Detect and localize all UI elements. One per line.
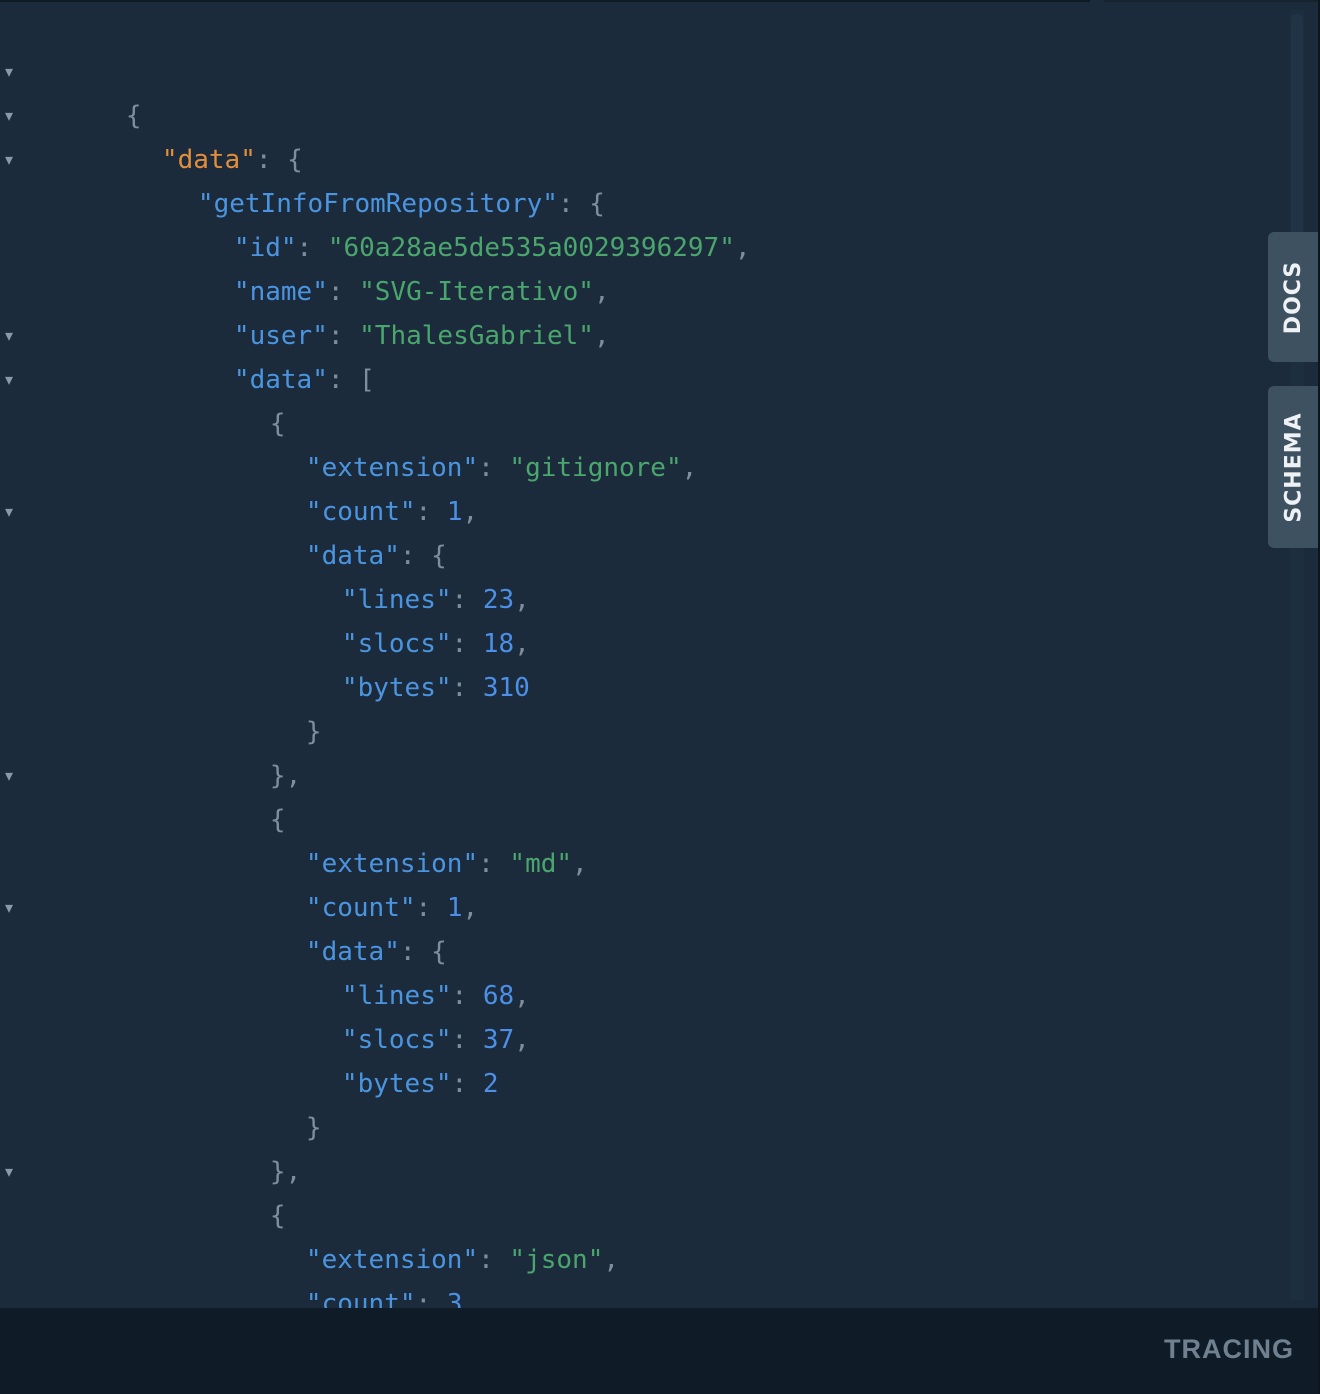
json-line: "extension": "json",	[212, 1194, 619, 1275]
result-scrollbar-thumb[interactable]	[1291, 14, 1303, 236]
json-line: "data": [	[140, 314, 375, 395]
fold-arrow-icon[interactable]: ▾	[5, 886, 21, 930]
json-line: "getInfoFromRepository": {	[104, 138, 605, 219]
tracing-button[interactable]: TRACING	[1164, 1334, 1294, 1365]
json-comma: ,	[285, 1157, 302, 1187]
json-line: "lines": 68,	[248, 930, 530, 1011]
json-comma: ,	[462, 497, 479, 527]
docs-tab[interactable]: DOCS	[1268, 232, 1320, 362]
json-comma: ,	[593, 321, 610, 351]
json-line: "count": 1,	[212, 446, 478, 527]
fold-arrow-icon[interactable]: ▾	[5, 754, 21, 798]
json-line: {	[176, 358, 286, 439]
json-line: "user": "ThalesGabriel",	[140, 270, 610, 351]
json-line: {	[176, 1150, 286, 1231]
json-line: {	[176, 754, 286, 835]
fold-arrow-icon[interactable]: ▾	[5, 138, 21, 182]
json-colon: :	[451, 1069, 483, 1099]
json-key: "bytes"	[341, 673, 452, 703]
json-number-value: 1	[446, 893, 463, 923]
schema-tab[interactable]: SCHEMA	[1268, 386, 1320, 548]
docs-tab-label: DOCS	[1281, 260, 1307, 334]
json-line: "bytes": 310	[248, 622, 530, 703]
fold-arrow-icon[interactable]: ▾	[5, 1150, 21, 1194]
json-line: "extension": "gitignore",	[212, 402, 697, 483]
json-string-value: "ThalesGabriel"	[359, 321, 594, 351]
json-comma: ,	[572, 849, 588, 879]
json-string-value: "md"	[509, 849, 573, 879]
json-colon: :	[327, 365, 360, 395]
json-number-value: 1	[446, 497, 463, 527]
json-string-value: "json"	[509, 1245, 604, 1275]
json-comma: ,	[462, 893, 479, 923]
json-line: }	[212, 666, 322, 747]
json-line: "data": {	[212, 886, 447, 967]
fold-arrow-icon[interactable]: ▾	[5, 358, 21, 402]
json-comma: ,	[285, 761, 302, 791]
graphql-playground-result-panel: ▾ { ▾ "data": { ▾ "getInfoFromRepository…	[0, 0, 1320, 1394]
json-line: "count": 3,	[212, 1238, 478, 1308]
json-line: "data": {	[68, 94, 303, 175]
json-colon: :	[478, 1245, 510, 1275]
json-line: "count": 1,	[212, 842, 478, 923]
json-comma: ,	[514, 1025, 530, 1055]
json-key: "bytes"	[341, 1069, 452, 1099]
json-line: }	[212, 1062, 322, 1143]
json-number-value: 2	[482, 1069, 499, 1099]
json-brace: }	[305, 717, 322, 747]
result-viewer[interactable]: ▾ { ▾ "data": { ▾ "getInfoFromRepository…	[0, 2, 1290, 1308]
json-key: "count"	[305, 1289, 416, 1308]
json-line: "name": "SVG-Iterativo",	[140, 226, 610, 307]
json-line: "slocs": 18,	[248, 578, 530, 659]
schema-tab-label: SCHEMA	[1281, 411, 1307, 523]
json-line: "data": {	[212, 490, 447, 571]
json-comma: ,	[681, 453, 698, 483]
fold-arrow-icon[interactable]: ▾	[5, 94, 21, 138]
json-comma: ,	[734, 233, 751, 263]
fold-arrow-icon[interactable]: ▾	[5, 314, 21, 358]
json-comma: ,	[603, 1245, 619, 1275]
json-colon: :	[451, 673, 483, 703]
tracing-footer: TRACING	[0, 1308, 1320, 1394]
json-line: },	[176, 710, 301, 791]
json-brace: }	[305, 1113, 322, 1143]
json-line: "extension": "md",	[212, 798, 588, 879]
json-string-value: "gitignore"	[509, 453, 682, 483]
json-line: "slocs": 37,	[248, 974, 530, 1055]
fold-arrow-icon[interactable]: ▾	[5, 50, 21, 94]
json-line: "lines": 23,	[248, 534, 530, 615]
json-number-value: 3	[446, 1289, 463, 1308]
json-line: "id": "60a28ae5de535a0029396297",	[140, 182, 751, 263]
json-colon: :	[478, 849, 510, 879]
json-line: },	[176, 1106, 301, 1187]
json-line: "bytes": 2	[248, 1018, 499, 1099]
json-comma: ,	[462, 1289, 479, 1308]
json-number-value: 310	[482, 673, 530, 703]
json-colon: :	[478, 453, 510, 483]
json-line: {	[32, 50, 142, 131]
json-colon: :	[415, 1289, 447, 1308]
json-bracket: [	[359, 365, 375, 395]
fold-arrow-icon[interactable]: ▾	[5, 490, 21, 534]
